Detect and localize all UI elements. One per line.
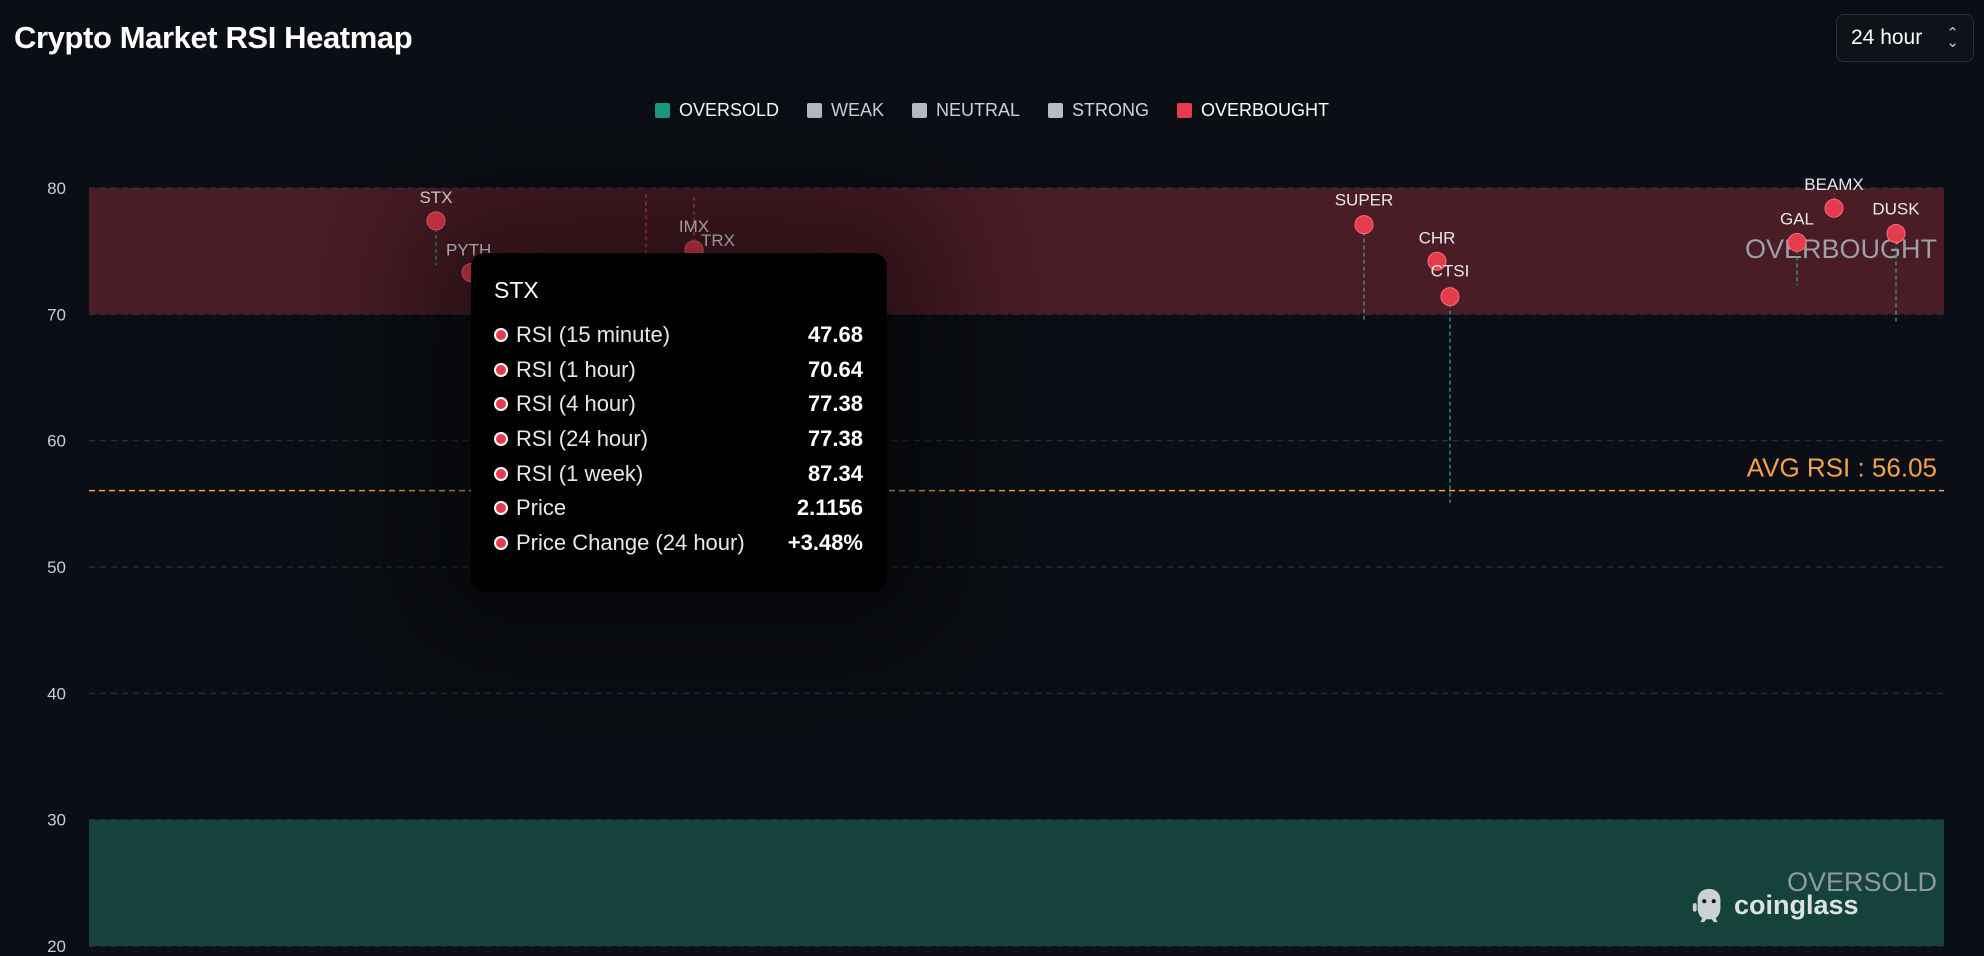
coinglass-logo-icon — [1692, 888, 1721, 923]
point-gal — [1787, 232, 1807, 252]
tooltip-label: RSI (15 minute) — [516, 322, 671, 348]
y-tick-label: 50 — [47, 558, 66, 577]
tooltip-label: Price — [516, 495, 567, 521]
tooltip-value: 2.1156 — [796, 495, 863, 521]
tooltip-dot — [494, 466, 508, 481]
tooltip-value: 47.68 — [807, 322, 863, 348]
tooltip-value: 77.38 — [807, 391, 863, 417]
y-tick-label: 70 — [47, 305, 66, 324]
tooltip-row: RSI (4 hour) 77.38 — [494, 387, 863, 422]
point-stx — [426, 211, 446, 231]
tooltip-row: Price 2.1156 — [494, 491, 863, 526]
tooltip-value: 87.34 — [807, 460, 863, 486]
tooltip-row: RSI (15 minute) 47.68 — [494, 318, 863, 353]
point-dusk — [1886, 223, 1906, 243]
tooltip-dot — [494, 328, 508, 343]
tooltip-dot — [494, 535, 508, 550]
point-label: DUSK — [1872, 199, 1920, 218]
point-label: STX — [419, 188, 452, 207]
tooltip-value: 77.38 — [807, 426, 863, 452]
point-beamx — [1824, 198, 1844, 218]
tooltip-row: RSI (1 hour) 70.64 — [494, 353, 863, 388]
point-label: SUPER — [1335, 191, 1394, 210]
y-tick-label: 30 — [47, 811, 66, 830]
point-label: BEAMX — [1804, 175, 1864, 194]
coinglass-watermark: coinglass — [1690, 886, 1859, 924]
watermark-text: coinglass — [1734, 889, 1859, 920]
zone-label-overbought: OVERBOUGHT — [1745, 234, 1937, 264]
tooltip-dot — [494, 362, 508, 377]
tooltip-label: RSI (1 week) — [516, 460, 644, 486]
tooltip-dot — [494, 432, 508, 447]
tooltip-value: +3.48% — [787, 529, 863, 555]
y-tick-label: 80 — [47, 179, 66, 198]
tooltip-dot — [494, 501, 508, 516]
rsi-heatmap-chart: 80706050403020OVERBOUGHTOVERSOLDAVG RSI … — [47, 175, 1944, 956]
y-tick-label: 20 — [47, 937, 66, 956]
avg-rsi-label: AVG RSI : 56.05 — [1747, 453, 1937, 483]
point-label: TRX — [701, 231, 735, 250]
tooltip-label: RSI (4 hour) — [516, 391, 636, 417]
zone-oversold — [89, 819, 1944, 946]
tooltip-label: RSI (1 hour) — [516, 356, 636, 382]
tooltip-label: Price Change (24 hour) — [516, 529, 745, 555]
point-label: CTSI — [1431, 262, 1470, 281]
tooltip-value: 70.64 — [807, 356, 863, 382]
point-label: GAL — [1780, 209, 1814, 228]
tooltip-label: RSI (24 hour) — [516, 426, 649, 452]
tooltip-row: Price Change (24 hour) +3.48% — [494, 526, 863, 561]
y-tick-label: 40 — [47, 684, 66, 703]
point-label: CHR — [1419, 228, 1456, 247]
point-tooltip: STX RSI (15 minute) 47.68 RSI (1 hour) 7… — [471, 253, 887, 592]
point-super — [1354, 215, 1374, 235]
tooltip-row: RSI (24 hour) 77.38 — [494, 422, 863, 457]
zone-overbought — [89, 188, 1944, 315]
tooltip-title: STX — [494, 277, 539, 303]
y-tick-label: 60 — [47, 432, 66, 451]
tooltip-dot — [494, 397, 508, 412]
tooltip-row: RSI (1 week) 87.34 — [494, 456, 863, 491]
point-ctsi — [1440, 287, 1460, 307]
